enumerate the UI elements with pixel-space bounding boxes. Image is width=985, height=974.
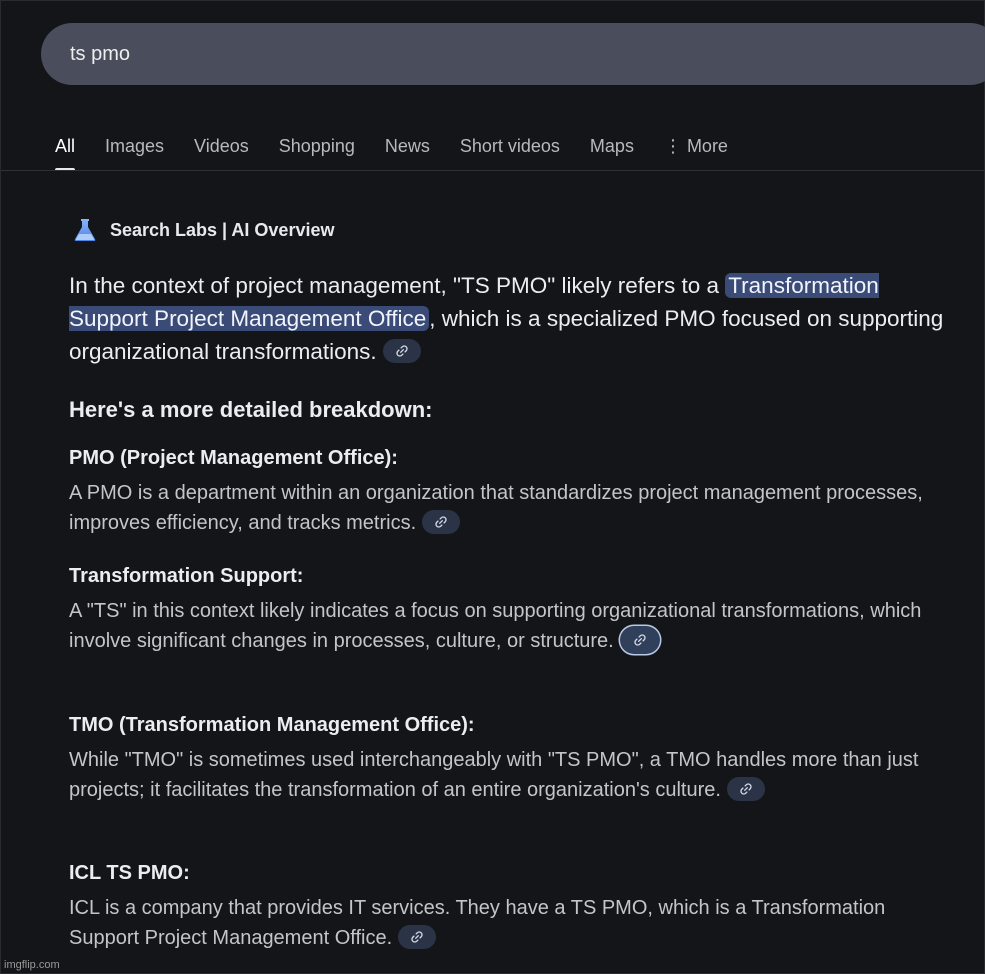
tabs-divider — [1, 170, 984, 171]
section-body-text: While "TMO" is sometimes used interchang… — [69, 749, 919, 801]
more-vert-icon: ⋮ — [663, 136, 682, 156]
ai-overview-intro: In the context of project management, "T… — [69, 269, 949, 368]
source-link-chip[interactable] — [726, 776, 765, 801]
section-title: PMO (Project Management Office): — [69, 447, 398, 469]
section-body: A "TS" in this context likely indicates … — [69, 596, 949, 656]
source-link-chip[interactable] — [422, 509, 461, 534]
tab-news[interactable]: News — [385, 130, 430, 171]
tab-videos[interactable]: Videos — [194, 130, 249, 171]
section-title: TMO (Transformation Management Office): — [69, 714, 475, 736]
section-transformation-support: Transformation Support: A "TS" in this c… — [69, 565, 949, 656]
search-input[interactable] — [70, 42, 950, 66]
tab-all[interactable]: All — [55, 130, 76, 171]
link-icon — [411, 931, 423, 943]
section-body: ICL is a company that provides IT servic… — [69, 893, 949, 953]
intro-text-before: In the context of project management, "T… — [69, 273, 726, 298]
ai-overview-title: Search Labs | AI Overview — [110, 219, 335, 240]
tab-images[interactable]: Images — [105, 130, 164, 171]
ai-overview-header: Search Labs | AI Overview — [71, 216, 334, 244]
search-bar[interactable] — [41, 23, 985, 85]
tab-short-videos[interactable]: Short videos — [460, 130, 560, 171]
section-tmo: TMO (Transformation Management Office): … — [69, 714, 949, 805]
section-body-text: A PMO is a department within an organiza… — [69, 482, 923, 534]
section-body: While "TMO" is sometimes used interchang… — [69, 745, 949, 805]
link-icon — [634, 634, 646, 646]
section-title: Transformation Support: — [69, 565, 304, 587]
tab-shopping[interactable]: Shopping — [279, 130, 355, 171]
search-results-page: All Images Videos Shopping News Short vi… — [0, 0, 985, 974]
source-link-chip[interactable] — [382, 339, 421, 364]
breakdown-heading: Here's a more detailed breakdown: — [69, 397, 433, 422]
link-icon — [435, 516, 447, 528]
section-body: A PMO is a department within an organiza… — [69, 478, 949, 538]
section-title: ICL TS PMO: — [69, 862, 190, 884]
tab-maps[interactable]: Maps — [590, 130, 634, 171]
section-body-text: A "TS" in this context likely indicates … — [69, 600, 922, 652]
watermark: imgflip.com — [4, 959, 60, 971]
tab-more-label: More — [686, 136, 728, 156]
flask-icon — [71, 216, 99, 244]
link-icon — [740, 783, 752, 795]
link-icon — [396, 345, 408, 357]
section-pmo: PMO (Project Management Office): A PMO i… — [69, 447, 949, 538]
section-body-text: ICL is a company that provides IT servic… — [69, 897, 886, 949]
search-tabs: All Images Videos Shopping News Short vi… — [55, 123, 758, 171]
tab-more[interactable]: ⋮ More — [664, 130, 728, 171]
section-icl-ts-pmo: ICL TS PMO: ICL is a company that provid… — [69, 862, 949, 953]
source-link-chip-selected[interactable] — [619, 625, 660, 654]
source-link-chip[interactable] — [398, 924, 437, 949]
